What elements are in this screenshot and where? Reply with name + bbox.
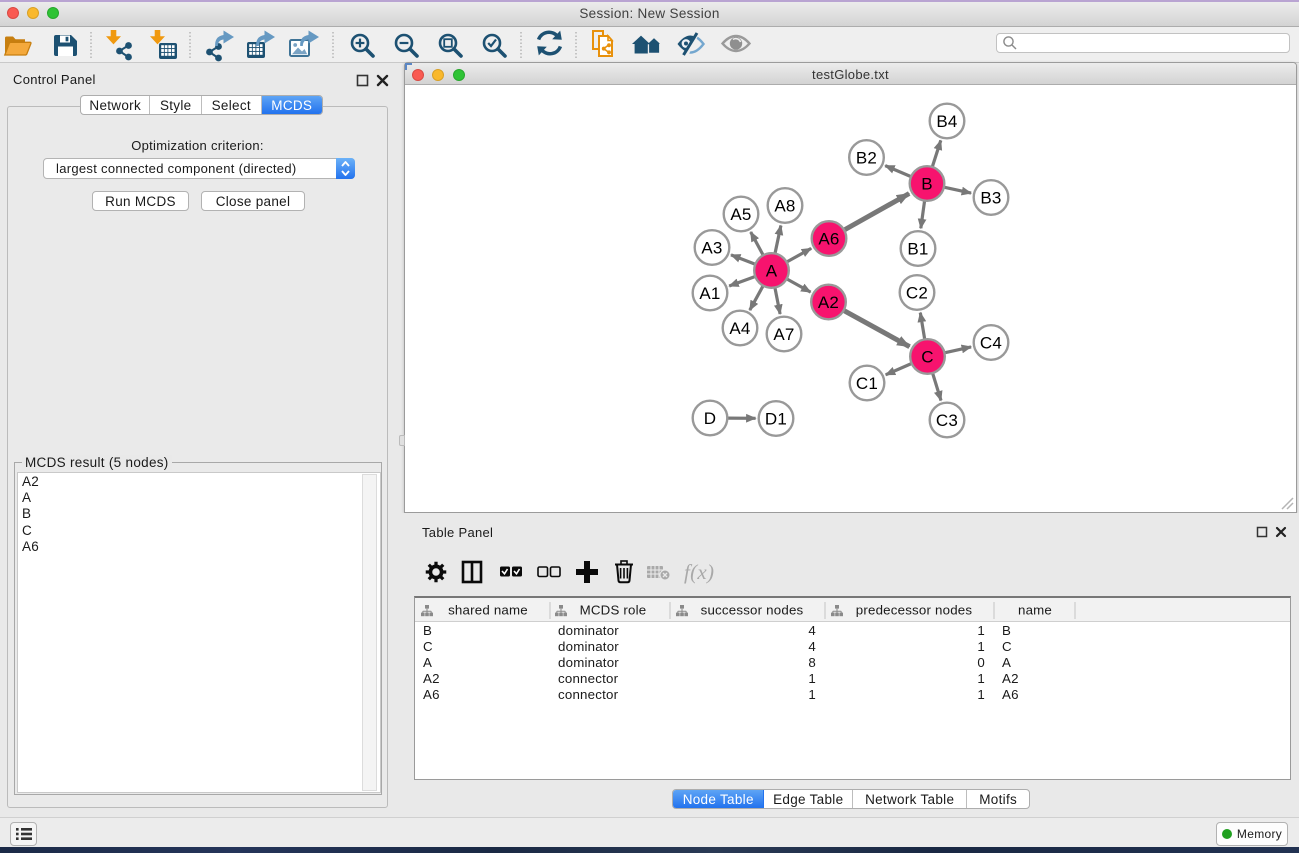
svg-text:name: name xyxy=(1018,603,1052,618)
svg-text:A3: A3 xyxy=(701,239,722,258)
svg-text:shared name: shared name xyxy=(448,603,528,618)
svg-text:4: 4 xyxy=(808,623,816,638)
svg-text:0: 0 xyxy=(977,655,985,670)
svg-text:B: B xyxy=(921,175,933,194)
svg-text:B3: B3 xyxy=(980,189,1001,208)
svg-text:dominator: dominator xyxy=(558,623,619,638)
svg-text:D1: D1 xyxy=(765,410,787,429)
svg-text:1: 1 xyxy=(977,687,985,702)
svg-text:A: A xyxy=(423,655,432,670)
svg-text:C: C xyxy=(1002,639,1012,654)
svg-text:A: A xyxy=(766,262,778,281)
svg-text:8: 8 xyxy=(808,655,816,670)
svg-text:B1: B1 xyxy=(907,240,928,259)
svg-text:connector: connector xyxy=(558,687,619,702)
svg-text:1: 1 xyxy=(977,639,985,654)
svg-text:connector: connector xyxy=(558,671,619,686)
svg-text:A4: A4 xyxy=(729,319,750,338)
svg-text:A8: A8 xyxy=(774,197,795,216)
svg-text:C2: C2 xyxy=(906,284,928,303)
svg-text:A6: A6 xyxy=(1002,687,1019,702)
svg-text:A1: A1 xyxy=(699,284,720,303)
svg-text:A: A xyxy=(1002,655,1011,670)
svg-text:1: 1 xyxy=(808,687,816,702)
svg-text:A2: A2 xyxy=(1002,671,1019,686)
svg-text:1: 1 xyxy=(808,671,816,686)
svg-text:4: 4 xyxy=(808,639,816,654)
svg-text:C1: C1 xyxy=(856,374,878,393)
svg-text:1: 1 xyxy=(977,671,985,686)
svg-text:dominator: dominator xyxy=(558,639,619,654)
svg-text:B: B xyxy=(423,623,432,638)
svg-text:A7: A7 xyxy=(773,325,794,344)
svg-text:C: C xyxy=(423,639,433,654)
svg-text:MCDS role: MCDS role xyxy=(580,603,647,618)
svg-text:dominator: dominator xyxy=(558,655,619,670)
svg-text:C: C xyxy=(921,348,933,367)
svg-text:A2: A2 xyxy=(818,293,839,312)
svg-text:B4: B4 xyxy=(936,112,957,131)
svg-text:B2: B2 xyxy=(856,149,877,168)
svg-text:predecessor nodes: predecessor nodes xyxy=(856,603,973,618)
svg-text:C3: C3 xyxy=(936,411,958,430)
svg-text:C4: C4 xyxy=(980,334,1002,353)
svg-text:successor nodes: successor nodes xyxy=(701,603,804,618)
svg-text:A6: A6 xyxy=(818,230,839,249)
svg-text:f(x): f(x) xyxy=(684,560,714,584)
svg-text:B: B xyxy=(1002,623,1011,638)
svg-text:A6: A6 xyxy=(423,687,440,702)
svg-text:A2: A2 xyxy=(423,671,440,686)
svg-text:1: 1 xyxy=(977,623,985,638)
svg-text:A5: A5 xyxy=(730,205,751,224)
svg-text:D: D xyxy=(704,409,716,428)
